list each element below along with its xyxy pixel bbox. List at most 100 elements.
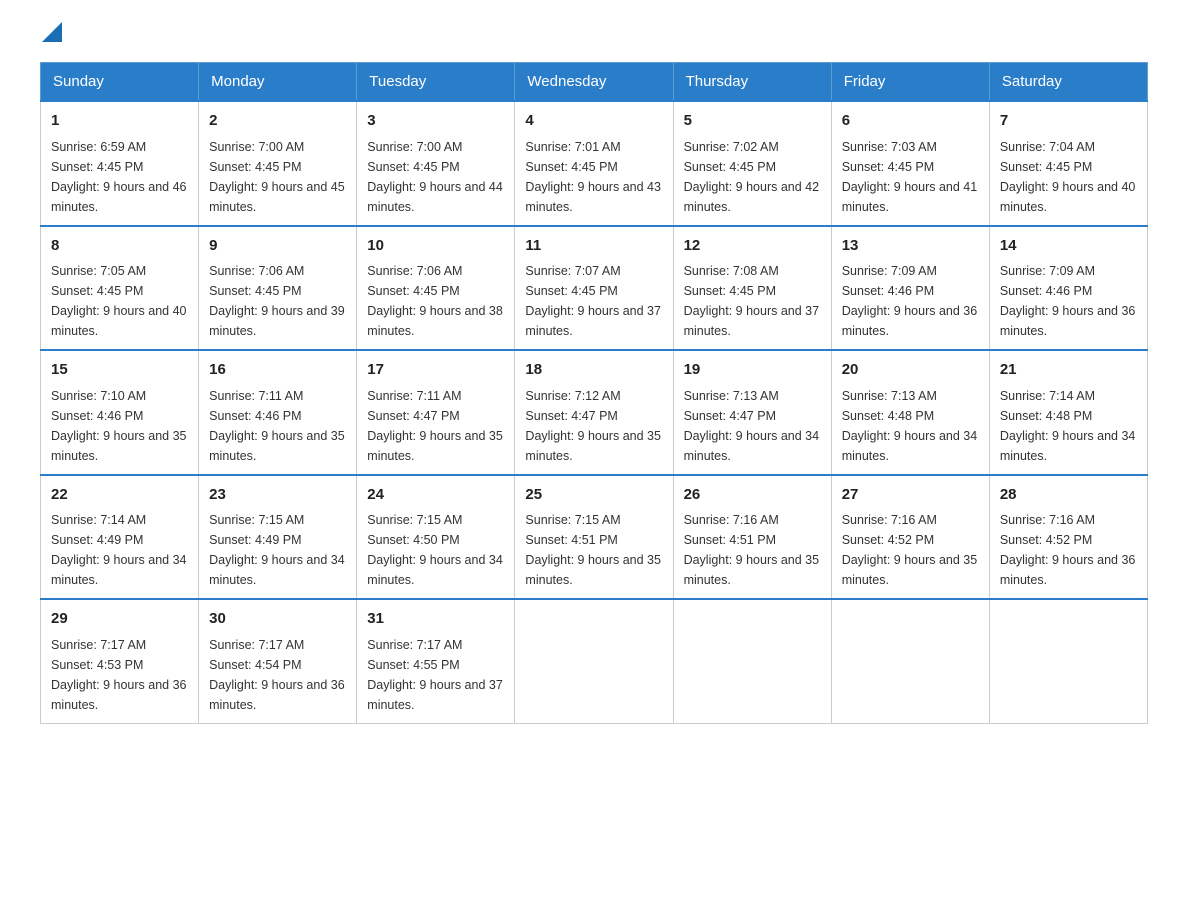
day-info: Sunrise: 7:17 AMSunset: 4:55 PMDaylight:… [367,638,503,712]
day-info: Sunrise: 7:17 AMSunset: 4:53 PMDaylight:… [51,638,187,712]
calendar-cell: 11 Sunrise: 7:07 AMSunset: 4:45 PMDaylig… [515,226,673,351]
logo-triangle-icon [42,22,62,42]
day-number: 17 [367,359,504,382]
day-number: 5 [684,110,821,133]
day-info: Sunrise: 7:02 AMSunset: 4:45 PMDaylight:… [684,140,820,214]
week-row-1: 1 Sunrise: 6:59 AMSunset: 4:45 PMDayligh… [41,101,1148,226]
day-number: 20 [842,359,979,382]
weekday-header-row: Sunday Monday Tuesday Wednesday Thursday… [41,63,1148,102]
day-info: Sunrise: 7:16 AMSunset: 4:52 PMDaylight:… [1000,513,1136,587]
day-number: 31 [367,608,504,631]
calendar-cell: 6 Sunrise: 7:03 AMSunset: 4:45 PMDayligh… [831,101,989,226]
header-sunday: Sunday [41,63,199,102]
calendar-cell [831,599,989,723]
calendar-cell: 17 Sunrise: 7:11 AMSunset: 4:47 PMDaylig… [357,350,515,475]
calendar-cell: 8 Sunrise: 7:05 AMSunset: 4:45 PMDayligh… [41,226,199,351]
calendar-cell: 31 Sunrise: 7:17 AMSunset: 4:55 PMDaylig… [357,599,515,723]
calendar-cell: 16 Sunrise: 7:11 AMSunset: 4:46 PMDaylig… [199,350,357,475]
week-row-2: 8 Sunrise: 7:05 AMSunset: 4:45 PMDayligh… [41,226,1148,351]
calendar-cell: 30 Sunrise: 7:17 AMSunset: 4:54 PMDaylig… [199,599,357,723]
calendar-cell: 12 Sunrise: 7:08 AMSunset: 4:45 PMDaylig… [673,226,831,351]
calendar-table: Sunday Monday Tuesday Wednesday Thursday… [40,62,1148,724]
calendar-cell: 5 Sunrise: 7:02 AMSunset: 4:45 PMDayligh… [673,101,831,226]
day-info: Sunrise: 7:09 AMSunset: 4:46 PMDaylight:… [1000,264,1136,338]
header-thursday: Thursday [673,63,831,102]
calendar-cell: 23 Sunrise: 7:15 AMSunset: 4:49 PMDaylig… [199,475,357,600]
day-info: Sunrise: 7:11 AMSunset: 4:47 PMDaylight:… [367,389,503,463]
calendar-cell: 9 Sunrise: 7:06 AMSunset: 4:45 PMDayligh… [199,226,357,351]
day-info: Sunrise: 7:16 AMSunset: 4:51 PMDaylight:… [684,513,820,587]
calendar-cell: 24 Sunrise: 7:15 AMSunset: 4:50 PMDaylig… [357,475,515,600]
day-number: 13 [842,235,979,258]
day-info: Sunrise: 7:06 AMSunset: 4:45 PMDaylight:… [209,264,345,338]
calendar-cell: 7 Sunrise: 7:04 AMSunset: 4:45 PMDayligh… [989,101,1147,226]
day-number: 12 [684,235,821,258]
calendar-cell: 27 Sunrise: 7:16 AMSunset: 4:52 PMDaylig… [831,475,989,600]
calendar-cell: 22 Sunrise: 7:14 AMSunset: 4:49 PMDaylig… [41,475,199,600]
day-info: Sunrise: 7:01 AMSunset: 4:45 PMDaylight:… [525,140,661,214]
calendar-cell: 20 Sunrise: 7:13 AMSunset: 4:48 PMDaylig… [831,350,989,475]
day-info: Sunrise: 7:03 AMSunset: 4:45 PMDaylight:… [842,140,978,214]
calendar-cell [515,599,673,723]
calendar-cell: 28 Sunrise: 7:16 AMSunset: 4:52 PMDaylig… [989,475,1147,600]
day-number: 29 [51,608,188,631]
day-number: 11 [525,235,662,258]
day-info: Sunrise: 7:13 AMSunset: 4:48 PMDaylight:… [842,389,978,463]
day-number: 1 [51,110,188,133]
day-number: 21 [1000,359,1137,382]
day-number: 25 [525,484,662,507]
header-tuesday: Tuesday [357,63,515,102]
day-info: Sunrise: 7:04 AMSunset: 4:45 PMDaylight:… [1000,140,1136,214]
day-number: 10 [367,235,504,258]
calendar-cell: 13 Sunrise: 7:09 AMSunset: 4:46 PMDaylig… [831,226,989,351]
day-number: 6 [842,110,979,133]
calendar-cell: 15 Sunrise: 7:10 AMSunset: 4:46 PMDaylig… [41,350,199,475]
day-number: 14 [1000,235,1137,258]
day-info: Sunrise: 7:15 AMSunset: 4:49 PMDaylight:… [209,513,345,587]
day-number: 2 [209,110,346,133]
day-number: 16 [209,359,346,382]
day-number: 30 [209,608,346,631]
day-number: 22 [51,484,188,507]
day-info: Sunrise: 7:16 AMSunset: 4:52 PMDaylight:… [842,513,978,587]
header-saturday: Saturday [989,63,1147,102]
day-info: Sunrise: 7:05 AMSunset: 4:45 PMDaylight:… [51,264,187,338]
day-number: 27 [842,484,979,507]
calendar-cell: 21 Sunrise: 7:14 AMSunset: 4:48 PMDaylig… [989,350,1147,475]
day-info: Sunrise: 7:15 AMSunset: 4:50 PMDaylight:… [367,513,503,587]
calendar-cell [673,599,831,723]
day-number: 28 [1000,484,1137,507]
calendar-cell: 10 Sunrise: 7:06 AMSunset: 4:45 PMDaylig… [357,226,515,351]
page-header [40,30,1148,42]
day-info: Sunrise: 6:59 AMSunset: 4:45 PMDaylight:… [51,140,187,214]
day-number: 24 [367,484,504,507]
day-number: 7 [1000,110,1137,133]
day-number: 19 [684,359,821,382]
header-friday: Friday [831,63,989,102]
calendar-cell: 19 Sunrise: 7:13 AMSunset: 4:47 PMDaylig… [673,350,831,475]
day-info: Sunrise: 7:10 AMSunset: 4:46 PMDaylight:… [51,389,187,463]
calendar-cell: 14 Sunrise: 7:09 AMSunset: 4:46 PMDaylig… [989,226,1147,351]
day-info: Sunrise: 7:11 AMSunset: 4:46 PMDaylight:… [209,389,345,463]
header-monday: Monday [199,63,357,102]
day-info: Sunrise: 7:17 AMSunset: 4:54 PMDaylight:… [209,638,345,712]
week-row-5: 29 Sunrise: 7:17 AMSunset: 4:53 PMDaylig… [41,599,1148,723]
day-number: 4 [525,110,662,133]
calendar-cell: 25 Sunrise: 7:15 AMSunset: 4:51 PMDaylig… [515,475,673,600]
week-row-3: 15 Sunrise: 7:10 AMSunset: 4:46 PMDaylig… [41,350,1148,475]
calendar-cell: 29 Sunrise: 7:17 AMSunset: 4:53 PMDaylig… [41,599,199,723]
day-info: Sunrise: 7:12 AMSunset: 4:47 PMDaylight:… [525,389,661,463]
day-number: 8 [51,235,188,258]
day-number: 3 [367,110,504,133]
calendar-cell: 26 Sunrise: 7:16 AMSunset: 4:51 PMDaylig… [673,475,831,600]
day-number: 26 [684,484,821,507]
day-info: Sunrise: 7:07 AMSunset: 4:45 PMDaylight:… [525,264,661,338]
day-number: 15 [51,359,188,382]
calendar-cell [989,599,1147,723]
logo [40,30,62,42]
day-info: Sunrise: 7:06 AMSunset: 4:45 PMDaylight:… [367,264,503,338]
day-number: 18 [525,359,662,382]
day-info: Sunrise: 7:14 AMSunset: 4:49 PMDaylight:… [51,513,187,587]
day-info: Sunrise: 7:00 AMSunset: 4:45 PMDaylight:… [209,140,345,214]
calendar-cell: 3 Sunrise: 7:00 AMSunset: 4:45 PMDayligh… [357,101,515,226]
